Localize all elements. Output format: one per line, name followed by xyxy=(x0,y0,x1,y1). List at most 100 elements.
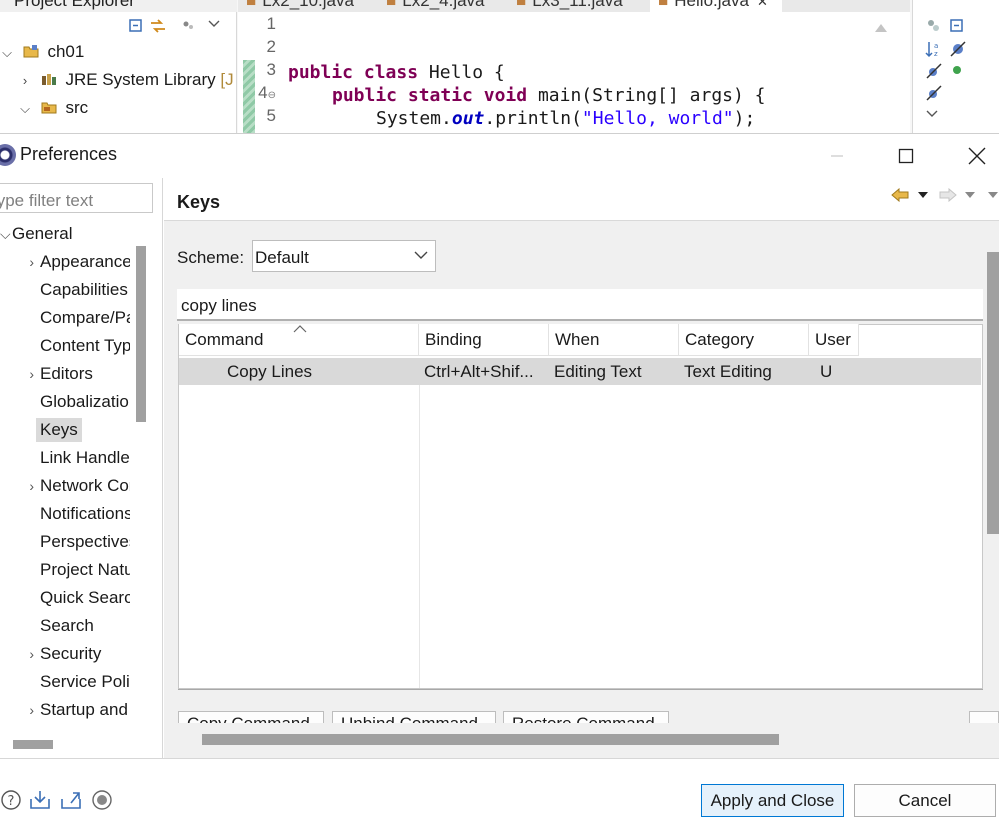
expand-toggle-icon[interactable]: ⌵ xyxy=(0,220,12,248)
expand-toggle-icon[interactable]: › xyxy=(0,696,40,724)
hide-static-icon[interactable] xyxy=(949,40,967,58)
close-button[interactable] xyxy=(955,140,999,172)
back-menu-icon[interactable] xyxy=(917,190,929,200)
preferences-dialog: Preferences type filter text ⌵General › Ap… xyxy=(0,133,999,822)
clipped-button[interactable] xyxy=(969,711,999,723)
expand-toggle-icon[interactable]: › xyxy=(0,640,40,668)
column-header-binding[interactable]: Binding xyxy=(419,324,549,356)
nav-item[interactable]: Content Types xyxy=(0,332,130,360)
editor-scroll-up-icon[interactable] xyxy=(873,18,889,133)
tree-item-jre-library[interactable]: › JRE System Library [J xyxy=(18,67,234,93)
cell-when: Editing Text xyxy=(554,362,642,381)
tree-item-label: src xyxy=(65,98,89,117)
page-vertical-scrollbar[interactable] xyxy=(987,252,999,534)
collapse-all-icon[interactable] xyxy=(949,18,965,34)
record-icon[interactable] xyxy=(91,789,113,811)
nav-item-label: Link Handlers xyxy=(40,448,130,467)
expand-toggle-icon[interactable]: › xyxy=(0,248,40,276)
public-member-icon[interactable] xyxy=(951,64,963,76)
restore-command-button[interactable]: Restore Command xyxy=(503,711,669,723)
project-explorer-pane: Project Explorer ⌵ ch01 › JRE System Lib… xyxy=(0,0,237,133)
nav-item[interactable]: ›Network Connections xyxy=(0,472,130,500)
export-icon[interactable] xyxy=(59,789,81,811)
tree-horizontal-scrollbar[interactable] xyxy=(13,740,53,749)
hide-local-types-icon[interactable] xyxy=(925,84,943,102)
view-menu-icon[interactable] xyxy=(925,108,939,120)
page-horizontal-scrollbar[interactable] xyxy=(202,734,779,745)
import-icon[interactable] xyxy=(28,789,50,811)
nav-item[interactable]: Capabilities xyxy=(0,276,130,304)
nav-item[interactable]: ›Startup and Shutdown xyxy=(0,696,130,724)
apply-and-close-button[interactable]: Apply and Close xyxy=(701,784,844,817)
dialog-titlebar[interactable]: Preferences xyxy=(0,134,999,178)
nav-item-label: Keys xyxy=(36,418,82,442)
unbind-command-button[interactable]: Unbind Command xyxy=(332,711,496,723)
hide-fields-icon[interactable] xyxy=(925,18,943,34)
nav-item[interactable]: Globalization xyxy=(0,388,130,416)
nav-item[interactable]: Service Policies xyxy=(0,668,130,696)
forward-arrow-icon[interactable] xyxy=(939,188,957,202)
nav-item[interactable]: Perspectives xyxy=(0,528,130,556)
nav-item[interactable]: Keys xyxy=(0,416,130,444)
minimize-button[interactable] xyxy=(815,140,859,172)
fold-icon[interactable]: ⊖ xyxy=(268,90,276,101)
nav-item[interactable]: › Editors xyxy=(0,360,130,388)
command-filter-input[interactable] xyxy=(177,289,983,321)
column-header-when[interactable]: When xyxy=(549,324,679,356)
filters-icon[interactable] xyxy=(181,18,197,34)
maximize-button[interactable] xyxy=(884,140,928,172)
hide-non-public-icon[interactable] xyxy=(925,62,943,80)
preferences-tree: ⌵General › Appearance Capabilities Compare/P… xyxy=(0,220,130,740)
expand-toggle-icon[interactable]: › xyxy=(0,360,40,388)
java-file-icon: ■ xyxy=(386,0,397,10)
editor-tab-active[interactable]: ■ Hello.java ✕ xyxy=(650,0,782,12)
tree-item-label: JRE System Library xyxy=(65,70,216,89)
nav-item[interactable]: Compare/Patch xyxy=(0,304,130,332)
tree-item-label: ch01 xyxy=(47,42,85,61)
cancel-button[interactable]: Cancel xyxy=(854,784,996,817)
expand-toggle-icon[interactable]: ⌵ xyxy=(18,96,32,122)
dialog-title: Preferences xyxy=(20,144,118,164)
back-arrow-icon[interactable] xyxy=(891,188,909,202)
tree-item-project[interactable]: ⌵ ch01 xyxy=(0,39,84,65)
forward-menu-icon[interactable] xyxy=(964,190,976,200)
cell-command: Copy Lines xyxy=(227,362,313,381)
nav-item[interactable]: Quick Search xyxy=(0,584,130,612)
nav-item[interactable]: Link Handlers xyxy=(0,444,130,472)
help-icon[interactable]: ? xyxy=(0,789,22,811)
cell-category: Text Editing xyxy=(684,362,772,381)
column-header-user[interactable]: User xyxy=(809,324,859,356)
java-file-icon: ■ xyxy=(658,0,669,10)
sort-icon[interactable]: az xyxy=(925,40,943,58)
nav-item[interactable]: ⌵General xyxy=(0,220,130,248)
expand-toggle-icon[interactable]: ⌵ xyxy=(0,40,14,66)
nav-item[interactable]: › Appearance xyxy=(0,248,130,276)
copy-command-button[interactable]: Copy Command xyxy=(178,711,324,723)
view-menu-icon[interactable] xyxy=(207,18,223,34)
collapse-all-icon[interactable] xyxy=(128,18,144,34)
expand-toggle-icon[interactable]: › xyxy=(0,472,40,500)
tree-vertical-scrollbar[interactable] xyxy=(136,246,146,422)
editor-tab[interactable]: ■ Lx2_4.java xyxy=(386,0,485,12)
nav-item[interactable]: › Security xyxy=(0,640,130,668)
footer-separator xyxy=(0,758,999,759)
close-icon[interactable]: ✕ xyxy=(757,0,768,9)
project-explorer-tab[interactable]: Project Explorer xyxy=(0,0,237,12)
link-with-editor-icon[interactable] xyxy=(149,18,165,34)
expand-toggle-icon[interactable]: › xyxy=(18,68,32,94)
panel-divider[interactable] xyxy=(162,178,163,758)
editor-tab[interactable]: ■ Lx2_10.java xyxy=(246,0,354,12)
nav-item[interactable]: Search xyxy=(0,612,130,640)
editor-tab[interactable]: ■ Lx3_11.java xyxy=(516,0,623,12)
page-menu-icon[interactable] xyxy=(987,190,999,200)
tree-item-src[interactable]: ⌵ src xyxy=(18,95,88,121)
code-line-4: public static void main(String[] args) { xyxy=(332,85,766,106)
code-line-3: public class Hello { xyxy=(288,62,505,83)
eclipse-icon xyxy=(0,144,16,166)
close-icon xyxy=(968,147,986,165)
scheme-value: Default xyxy=(255,248,309,267)
line-number: 1 xyxy=(266,14,276,33)
nav-item[interactable]: Notifications xyxy=(0,500,130,528)
nav-item[interactable]: Project Natures xyxy=(0,556,130,584)
column-header-category[interactable]: Category xyxy=(679,324,809,356)
